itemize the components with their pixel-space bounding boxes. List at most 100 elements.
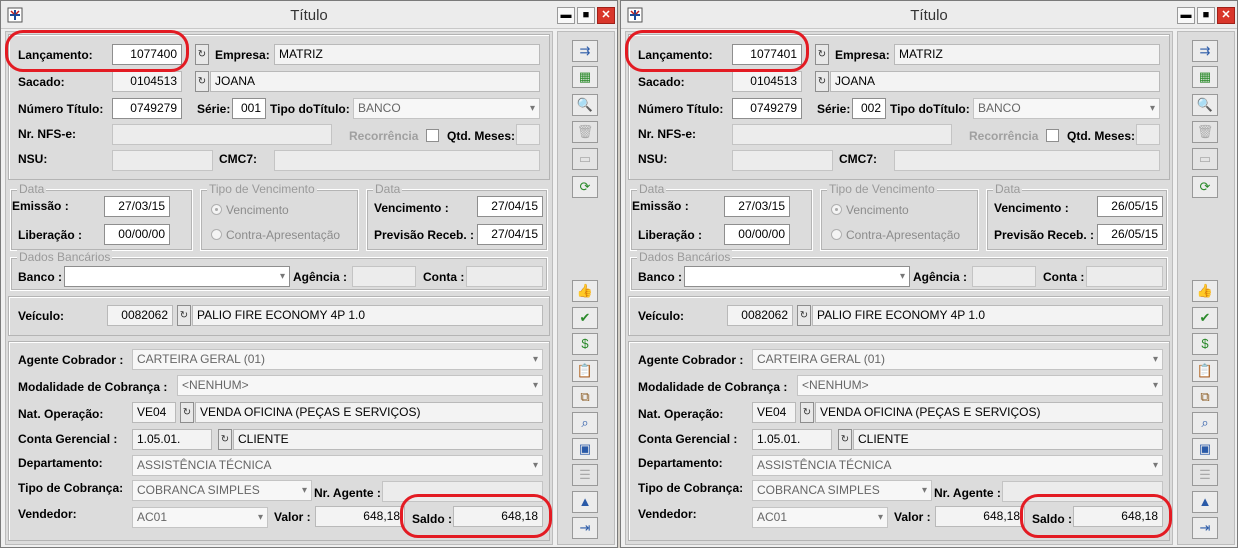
agencia-field[interactable] — [352, 266, 416, 287]
exit-icon[interactable]: ⇥ — [572, 517, 598, 539]
maximize-button[interactable]: ■ — [577, 7, 595, 24]
conta-gerencial-lookup-icon[interactable]: ↻ — [218, 429, 232, 450]
exit-icon[interactable]: ⇥ — [1192, 517, 1218, 539]
empresa-lookup-icon[interactable]: ↻ — [195, 44, 209, 65]
clipboard-icon[interactable]: 📋 — [572, 360, 598, 382]
previsao-field[interactable]: 26/05/15 — [1097, 224, 1163, 245]
conta-gerencial-name-field[interactable]: CLIENTE — [853, 429, 1163, 450]
veiculo-lookup-icon[interactable]: ↻ — [177, 305, 191, 326]
title-bar[interactable]: Título ▬ ■ ✕ — [621, 1, 1237, 29]
tipo-cobranca-select[interactable]: COBRANCA SIMPLES ▾ — [132, 480, 312, 501]
empresa-field[interactable]: MATRIZ — [274, 44, 540, 65]
sacado-lookup-icon[interactable]: ↻ — [195, 71, 209, 92]
cmc7-field[interactable] — [274, 150, 540, 171]
table-add-icon[interactable]: ▦ — [1192, 66, 1218, 88]
valor-field[interactable]: 648,18 — [935, 506, 1025, 527]
minimize-button[interactable]: ▬ — [557, 7, 575, 24]
search-doc-icon[interactable]: ⌕ — [572, 412, 598, 434]
tipo-titulo-select[interactable]: BANCO ▾ — [353, 98, 540, 119]
maximize-button[interactable]: ■ — [1197, 7, 1215, 24]
vendedor-select[interactable]: AC01 ▾ — [132, 507, 268, 528]
close-button[interactable]: ✕ — [1217, 7, 1235, 24]
natop-code-field[interactable]: VE04 — [752, 402, 796, 423]
vencimento-radio[interactable] — [211, 204, 222, 215]
nfse-field[interactable] — [112, 124, 332, 145]
tipo-cobranca-select[interactable]: COBRANCA SIMPLES ▾ — [752, 480, 932, 501]
vencimento-field[interactable]: 27/04/15 — [477, 196, 543, 217]
saldo-field[interactable]: 648,18 — [1073, 506, 1163, 527]
qtd-meses-field[interactable] — [1136, 124, 1160, 145]
serie-field[interactable]: 001 — [232, 98, 266, 119]
clipboard-icon[interactable]: 📋 — [1192, 360, 1218, 382]
natop-lookup-icon[interactable]: ↻ — [800, 402, 814, 423]
departamento-select[interactable]: ASSISTÊNCIA TÉCNICA ▾ — [752, 455, 1163, 476]
preview-icon[interactable]: 🔍 — [572, 94, 598, 116]
sacado-lookup-icon[interactable]: ↻ — [815, 71, 829, 92]
calculator-icon[interactable]: ▣ — [1192, 438, 1218, 460]
delete-icon[interactable]: 🗑 — [1192, 121, 1218, 143]
natop-name-field[interactable]: VENDA OFICINA (PEÇAS E SERVIÇOS) — [815, 402, 1163, 423]
vencimento-field[interactable]: 26/05/15 — [1097, 196, 1163, 217]
conta-field[interactable] — [466, 266, 543, 287]
nr-agente-field[interactable] — [1002, 481, 1163, 502]
sacado-code-field[interactable]: 0104513 — [732, 71, 802, 92]
veiculo-name-field[interactable]: PALIO FIRE ECONOMY 4P 1.0 — [812, 305, 1163, 326]
veiculo-lookup-icon[interactable]: ↻ — [797, 305, 811, 326]
check-icon[interactable]: ✔ — [1192, 307, 1218, 329]
conta-gerencial-code-field[interactable]: 1.05.01. — [752, 429, 832, 450]
contra-apresentacao-radio[interactable] — [211, 229, 222, 240]
empresa-field[interactable]: MATRIZ — [894, 44, 1160, 65]
natop-lookup-icon[interactable]: ↻ — [180, 402, 194, 423]
modalidade-select[interactable]: <NENHUM> ▾ — [797, 375, 1163, 396]
list-icon[interactable]: ☰ — [572, 464, 598, 486]
open-folder-icon[interactable]: ▭ — [572, 148, 598, 170]
insert-rows-icon[interactable]: ⇉ — [572, 40, 598, 62]
close-button[interactable]: ✕ — [597, 7, 615, 24]
insert-rows-icon[interactable]: ⇉ — [1192, 40, 1218, 62]
modalidade-select[interactable]: <NENHUM> ▾ — [177, 375, 543, 396]
nsu-field[interactable] — [112, 150, 213, 171]
lancamento-field[interactable]: 1077401 — [732, 44, 802, 65]
liberacao-field[interactable]: 00/00/00 — [724, 224, 790, 245]
veiculo-name-field[interactable]: PALIO FIRE ECONOMY 4P 1.0 — [192, 305, 543, 326]
liberacao-field[interactable]: 00/00/00 — [104, 224, 170, 245]
banco-select[interactable]: ▾ — [684, 266, 910, 287]
table-add-icon[interactable]: ▦ — [572, 66, 598, 88]
refresh-icon[interactable]: ⟳ — [572, 176, 598, 198]
vencimento-radio[interactable] — [831, 204, 842, 215]
veiculo-code-field[interactable]: 0082062 — [107, 305, 173, 326]
vendedor-select[interactable]: AC01 ▾ — [752, 507, 888, 528]
agente-select[interactable]: CARTEIRA GERAL (01) ▾ — [132, 349, 543, 370]
conta-gerencial-code-field[interactable]: 1.05.01. — [132, 429, 212, 450]
calculator-icon[interactable]: ▣ — [572, 438, 598, 460]
lancamento-field[interactable]: 1077400 — [112, 44, 182, 65]
numero-titulo-field[interactable]: 0749279 — [732, 98, 802, 119]
numero-titulo-field[interactable]: 0749279 — [112, 98, 182, 119]
sacado-code-field[interactable]: 0104513 — [112, 71, 182, 92]
saldo-field[interactable]: 648,18 — [453, 506, 543, 527]
sacado-name-field[interactable]: JOANA — [830, 71, 1160, 92]
thumbs-up-icon[interactable]: 👍 — [1192, 280, 1218, 302]
recorrencia-checkbox[interactable] — [426, 129, 439, 142]
cmc7-field[interactable] — [894, 150, 1160, 171]
chart-icon[interactable]: ▲ — [1192, 491, 1218, 513]
copy-icon[interactable]: ⧉ — [1192, 386, 1218, 408]
refresh-icon[interactable]: ⟳ — [1192, 176, 1218, 198]
conta-gerencial-lookup-icon[interactable]: ↻ — [838, 429, 852, 450]
tipo-titulo-select[interactable]: BANCO ▾ — [973, 98, 1160, 119]
agente-select[interactable]: CARTEIRA GERAL (01) ▾ — [752, 349, 1163, 370]
agencia-field[interactable] — [972, 266, 1036, 287]
natop-name-field[interactable]: VENDA OFICINA (PEÇAS E SERVIÇOS) — [195, 402, 543, 423]
chart-icon[interactable]: ▲ — [572, 491, 598, 513]
departamento-select[interactable]: ASSISTÊNCIA TÉCNICA ▾ — [132, 455, 543, 476]
empresa-lookup-icon[interactable]: ↻ — [815, 44, 829, 65]
thumbs-up-icon[interactable]: 👍 — [572, 280, 598, 302]
nr-agente-field[interactable] — [382, 481, 543, 502]
delete-icon[interactable]: 🗑 — [572, 121, 598, 143]
valor-field[interactable]: 648,18 — [315, 506, 405, 527]
conta-field[interactable] — [1086, 266, 1163, 287]
emissao-field[interactable]: 27/03/15 — [724, 196, 790, 217]
banco-select[interactable]: ▾ — [64, 266, 290, 287]
previsao-field[interactable]: 27/04/15 — [477, 224, 543, 245]
open-folder-icon[interactable]: ▭ — [1192, 148, 1218, 170]
